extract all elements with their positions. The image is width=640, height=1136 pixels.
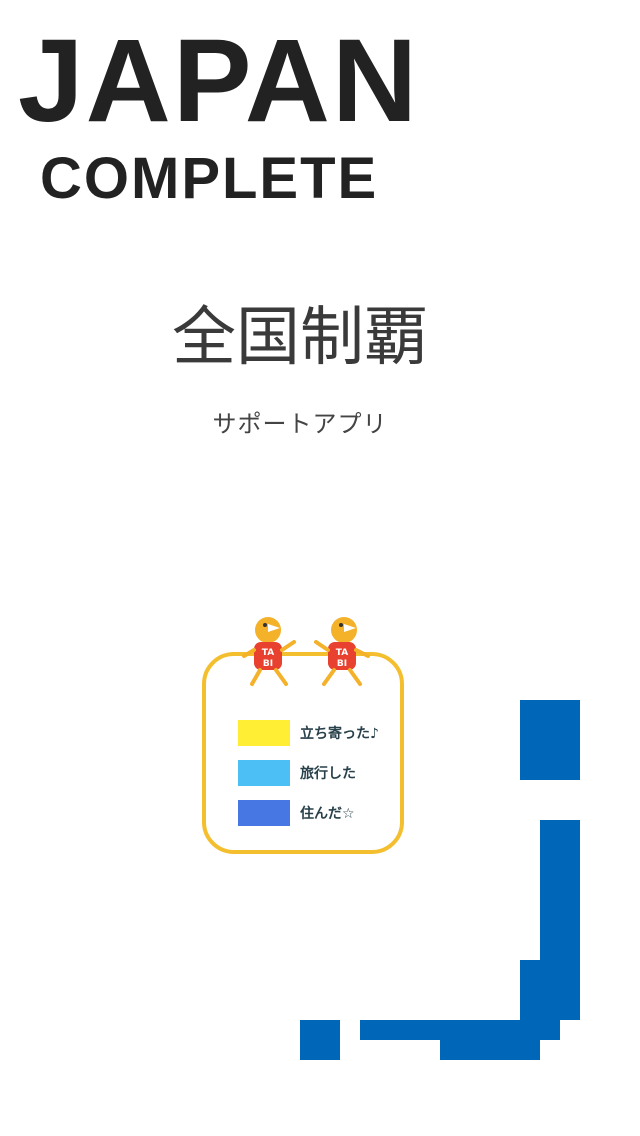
legend-swatch-yellow: [238, 720, 290, 746]
map-region-shikoku[interactable]: [440, 1040, 540, 1060]
mascot-text-top: TA: [262, 648, 274, 658]
legend-label: 旅行した: [300, 766, 356, 782]
legend-label: 立ち寄った♪: [300, 726, 379, 742]
tabi-mascot-right-icon: TA BI: [314, 617, 370, 686]
map-region-hokkaido[interactable]: [520, 700, 580, 780]
tabi-mascot-left-icon: TA BI: [242, 617, 296, 686]
legend-label: 住んだ☆: [300, 806, 355, 822]
map-region-chubu-kinki[interactable]: [360, 1020, 560, 1040]
legend-item-lived: 住んだ☆: [238, 800, 355, 826]
legend-item-stopped-by: 立ち寄った♪: [238, 720, 379, 746]
main-heading: 全国制覇: [172, 301, 428, 375]
mascot-text-bottom: BI: [263, 659, 273, 669]
main-subheading: サポートアプリ: [212, 410, 388, 438]
legend-swatch-blue: [238, 800, 290, 826]
legend-swatch-lightblue: [238, 760, 290, 786]
mascot-text-bottom: BI: [337, 659, 347, 669]
app-title: JAPAN: [18, 15, 420, 147]
app-subtitle: COMPLETE: [40, 146, 379, 211]
mascot-text-top: TA: [336, 648, 348, 658]
legend-item-traveled: 旅行した: [238, 760, 356, 786]
map-region-kyushu[interactable]: [300, 1020, 340, 1060]
